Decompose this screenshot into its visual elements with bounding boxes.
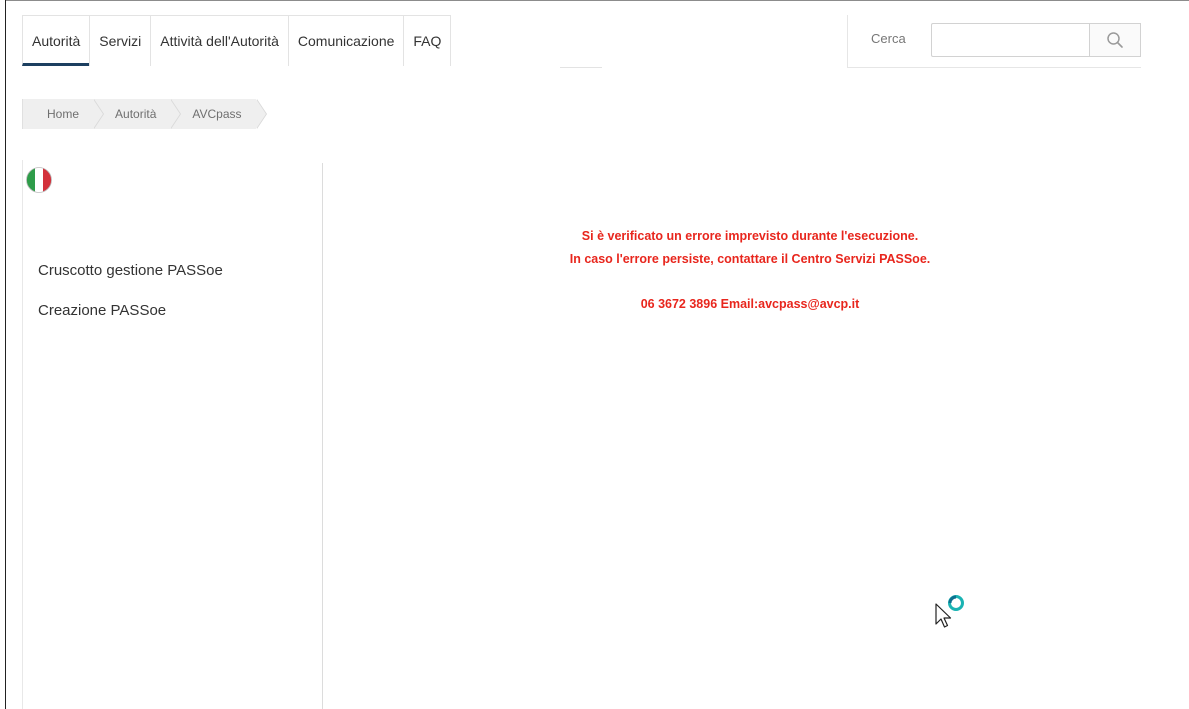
- search-input[interactable]: [931, 23, 1089, 57]
- tab-faq[interactable]: FAQ: [403, 15, 452, 66]
- error-contact-info: 06 3672 3896 Email:avcpass@avcp.it: [640, 297, 860, 311]
- error-message-line-2: In caso l'errore persiste, contattare il…: [569, 252, 931, 266]
- sidebar-right-border: [322, 163, 323, 709]
- tab-servizi[interactable]: Servizi: [89, 15, 152, 66]
- error-message-line-1: Si è verificato un errore imprevisto dur…: [581, 229, 919, 243]
- sidebar-item-cruscotto[interactable]: Cruscotto gestione PASSoe: [38, 262, 223, 279]
- tab-autorita[interactable]: Autorità: [22, 15, 91, 66]
- busy-cursor-icon: [935, 595, 964, 628]
- window-top-border: [5, 0, 1189, 1]
- italian-flag-icon[interactable]: [25, 166, 53, 194]
- breadcrumb: Home Autorità AVCpass: [22, 99, 267, 129]
- search-button[interactable]: [1089, 23, 1141, 57]
- sidebar-item-creazione[interactable]: Creazione PASSoe: [38, 302, 166, 319]
- breadcrumb-avcpass[interactable]: AVCpass: [170, 99, 267, 129]
- sidebar-left-border: [22, 160, 23, 709]
- tab-comunicazione[interactable]: Comunicazione: [287, 15, 405, 66]
- search-icon: [1107, 32, 1123, 48]
- breadcrumb-autorita[interactable]: Autorità: [93, 99, 182, 129]
- main-nav: Autorità Servizi Attività dell'Autorità …: [22, 15, 452, 67]
- window-left-border: [5, 0, 6, 709]
- nav-divider: [560, 67, 602, 68]
- search-bottom-divider: [847, 67, 1141, 68]
- breadcrumb-home[interactable]: Home: [22, 99, 105, 129]
- search-label: Cerca: [871, 31, 906, 46]
- search-divider: [847, 15, 848, 67]
- tab-attivita[interactable]: Attività dell'Autorità: [150, 15, 289, 66]
